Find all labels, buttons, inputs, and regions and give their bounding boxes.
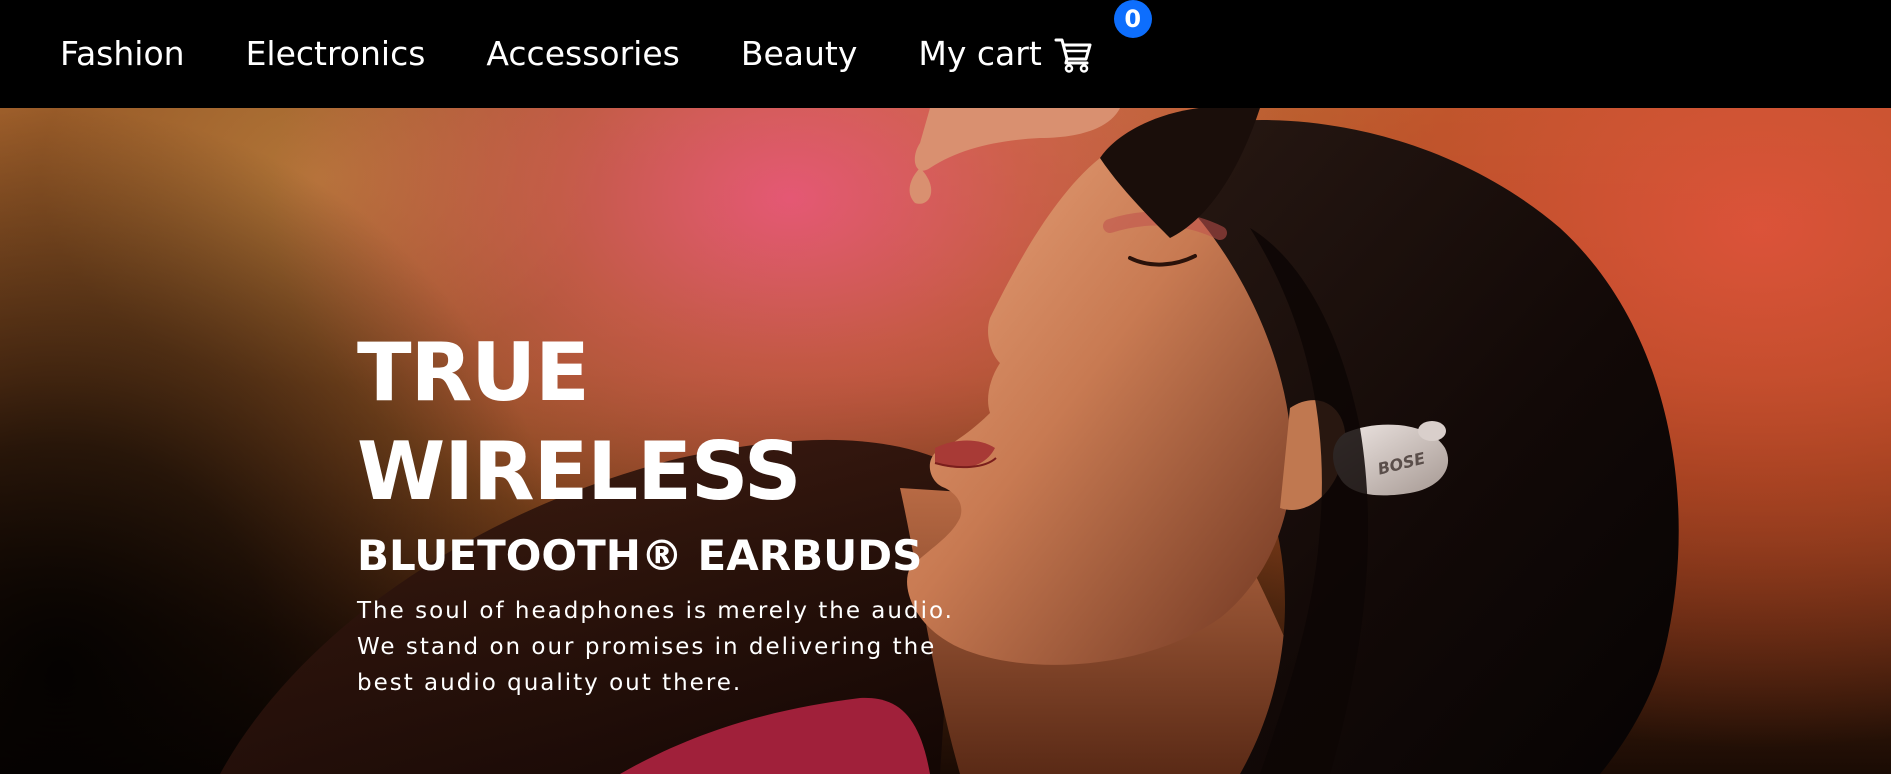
hero-heading-line-1: TRUE (357, 326, 590, 419)
hero-description: The soul of headphones is merely the aud… (357, 593, 977, 701)
hero-description-line-1: The soul of headphones is merely the aud… (357, 598, 954, 624)
page: Fashion Electronics Accessories Beauty M… (0, 0, 1891, 774)
hero-description-line-2: We stand on our promises in delivering t… (357, 634, 937, 660)
nav-link-beauty[interactable]: Beauty (741, 37, 858, 70)
cart-label: My cart (918, 33, 1042, 73)
top-navigation: Fashion Electronics Accessories Beauty M… (0, 0, 1891, 108)
hero-heading-line-2: WIRELESS (357, 425, 802, 518)
hero-heading: TRUE WIRELESS (357, 323, 977, 521)
nav-link-electronics[interactable]: Electronics (246, 37, 426, 70)
cart-icon (1054, 35, 1094, 73)
nav-link-cart[interactable]: My cart 0 (918, 0, 1152, 73)
nav-link-accessories[interactable]: Accessories (486, 37, 679, 70)
hero-text-block: TRUE WIRELESS BLUETOOTH® EARBUDS The sou… (357, 323, 977, 701)
nav-link-fashion[interactable]: Fashion (60, 37, 185, 70)
hero-subheading: BLUETOOTH® EARBUDS (357, 531, 923, 580)
cart-count-badge: 0 (1113, 0, 1152, 38)
hero-banner: BOSE TRUE WIRELESS BLUETOOTH® EARBUDS Th… (0, 108, 1891, 774)
hero-description-line-3: best audio quality out there. (357, 670, 743, 696)
